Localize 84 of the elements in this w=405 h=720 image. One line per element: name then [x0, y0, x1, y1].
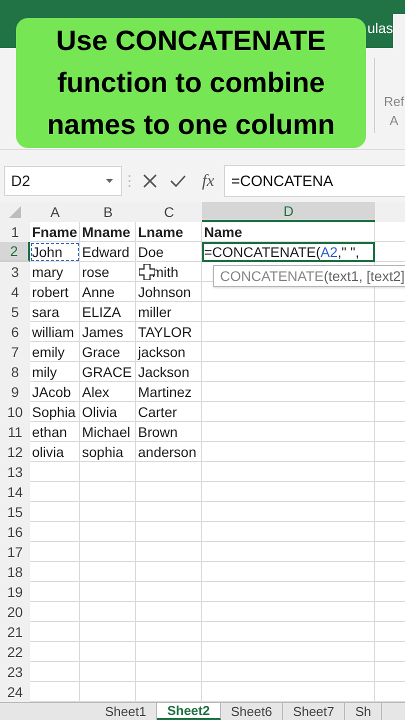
- insert-function-button[interactable]: fx: [192, 171, 224, 191]
- table-cell-text: Lname: [137, 223, 184, 242]
- row-header[interactable]: 16: [0, 522, 30, 542]
- ribbon-label: Ref: [384, 93, 404, 111]
- table-cell-text: miller: [137, 303, 172, 322]
- row-header[interactable]: 7: [0, 342, 30, 362]
- row-header[interactable]: 4: [0, 282, 30, 302]
- cell-formula[interactable]: =CONCATENATE(A2," ",: [202, 242, 375, 262]
- grip-icon: [128, 174, 130, 188]
- function-tooltip: CONCATENATE(text1, [text2],: [213, 265, 405, 287]
- row-header[interactable]: 20: [0, 602, 30, 622]
- table-cell-text: TAYLOR: [137, 323, 193, 342]
- name-box-value: D2: [11, 172, 30, 190]
- table-cell-text: william: [31, 323, 75, 342]
- table-cell-text: GRACE: [81, 363, 133, 382]
- ribbon-tab[interactable]: ulas: [367, 20, 393, 48]
- cursor-icon: [139, 264, 155, 280]
- table-cell-text: Sophia: [31, 403, 77, 422]
- table-cell-text: Name: [203, 223, 244, 242]
- table-cell-text: Johnson: [137, 283, 192, 302]
- column-header[interactable]: C: [136, 202, 202, 222]
- row-header[interactable]: 24: [0, 682, 30, 702]
- sheet-tab[interactable]: Sheet2: [157, 703, 221, 720]
- table-cell: John: [30, 242, 80, 262]
- row-header[interactable]: 10: [0, 402, 30, 422]
- row-header[interactable]: 8: [0, 362, 30, 382]
- table-cell-text: rose: [81, 263, 110, 282]
- caption-text: Use CONCATENATE function to combine names to one column: [16, 18, 366, 148]
- cancel-icon[interactable]: [143, 174, 157, 188]
- row-header[interactable]: 5: [0, 302, 30, 322]
- table-cell-text: Fname: [31, 223, 78, 242]
- row-header[interactable]: 18: [0, 562, 30, 582]
- row-header[interactable]: 9: [0, 382, 30, 402]
- row-header[interactable]: 12: [0, 442, 30, 462]
- row-header[interactable]: 15: [0, 502, 30, 522]
- table-cell-text: robert: [31, 283, 70, 302]
- row-header[interactable]: 6: [0, 322, 30, 342]
- table-cell-text: Brown: [137, 423, 179, 442]
- row-header[interactable]: 14: [0, 482, 30, 502]
- table-cell-text: mily: [31, 363, 58, 382]
- table-cell-text: Alex: [81, 383, 110, 402]
- table-cell-text: Edward: [81, 243, 130, 262]
- table-cell-text: sara: [31, 303, 60, 322]
- table-cell-text: JAcob: [31, 383, 72, 402]
- check-icon[interactable]: [170, 175, 186, 187]
- table-cell-text: Carter: [137, 403, 178, 422]
- row-header[interactable]: 22: [0, 642, 30, 662]
- table-cell-text: Mname: [81, 223, 132, 242]
- table-cell-text: ELIZA: [81, 303, 122, 322]
- column-header[interactable]: D: [202, 202, 375, 222]
- table-cell-text: mary: [31, 263, 64, 282]
- sheet-tab[interactable]: Sheet6: [220, 703, 284, 720]
- table-cell-text: Grace: [81, 343, 122, 362]
- row-header[interactable]: 23: [0, 662, 30, 682]
- row-header[interactable]: 1: [0, 222, 30, 242]
- table-cell-text: emily: [31, 343, 66, 362]
- row-header[interactable]: 13: [0, 462, 30, 482]
- table-cell-text: jackson: [136, 343, 186, 362]
- sheet-tab[interactable]: Sh: [345, 703, 382, 720]
- sheet-tab[interactable]: Sheet7: [283, 703, 346, 720]
- table-cell-text: Olivia: [81, 403, 118, 422]
- row-header[interactable]: 21: [0, 622, 30, 642]
- table-cell-text: anderson: [137, 443, 198, 462]
- row-header[interactable]: 2: [0, 242, 30, 262]
- row-header[interactable]: 19: [0, 582, 30, 602]
- row-header[interactable]: 17: [0, 542, 30, 562]
- name-box[interactable]: D2: [4, 166, 122, 196]
- row-header[interactable]: 3: [0, 262, 30, 282]
- formula-field[interactable]: =CONCATENA: [224, 165, 405, 197]
- table-cell-text: Anne: [81, 283, 116, 302]
- column-header[interactable]: A: [30, 202, 80, 222]
- table-cell-text: Martinez: [137, 383, 193, 402]
- table-cell-text: olivia: [31, 443, 65, 462]
- dropdown-icon[interactable]: [106, 179, 113, 183]
- ribbon-label: A: [390, 112, 398, 130]
- triangle-icon: [9, 206, 21, 218]
- table-cell-text: sophia: [81, 443, 124, 462]
- table-cell-text: ethan: [31, 423, 68, 442]
- column-header[interactable]: B: [80, 202, 136, 222]
- row-header[interactable]: 11: [0, 422, 30, 442]
- table-cell-text: Michael: [81, 423, 132, 442]
- table-cell-text: James: [81, 323, 124, 342]
- table-cell-text: Jackson: [137, 363, 190, 382]
- table-cell-text: Doe: [137, 243, 165, 262]
